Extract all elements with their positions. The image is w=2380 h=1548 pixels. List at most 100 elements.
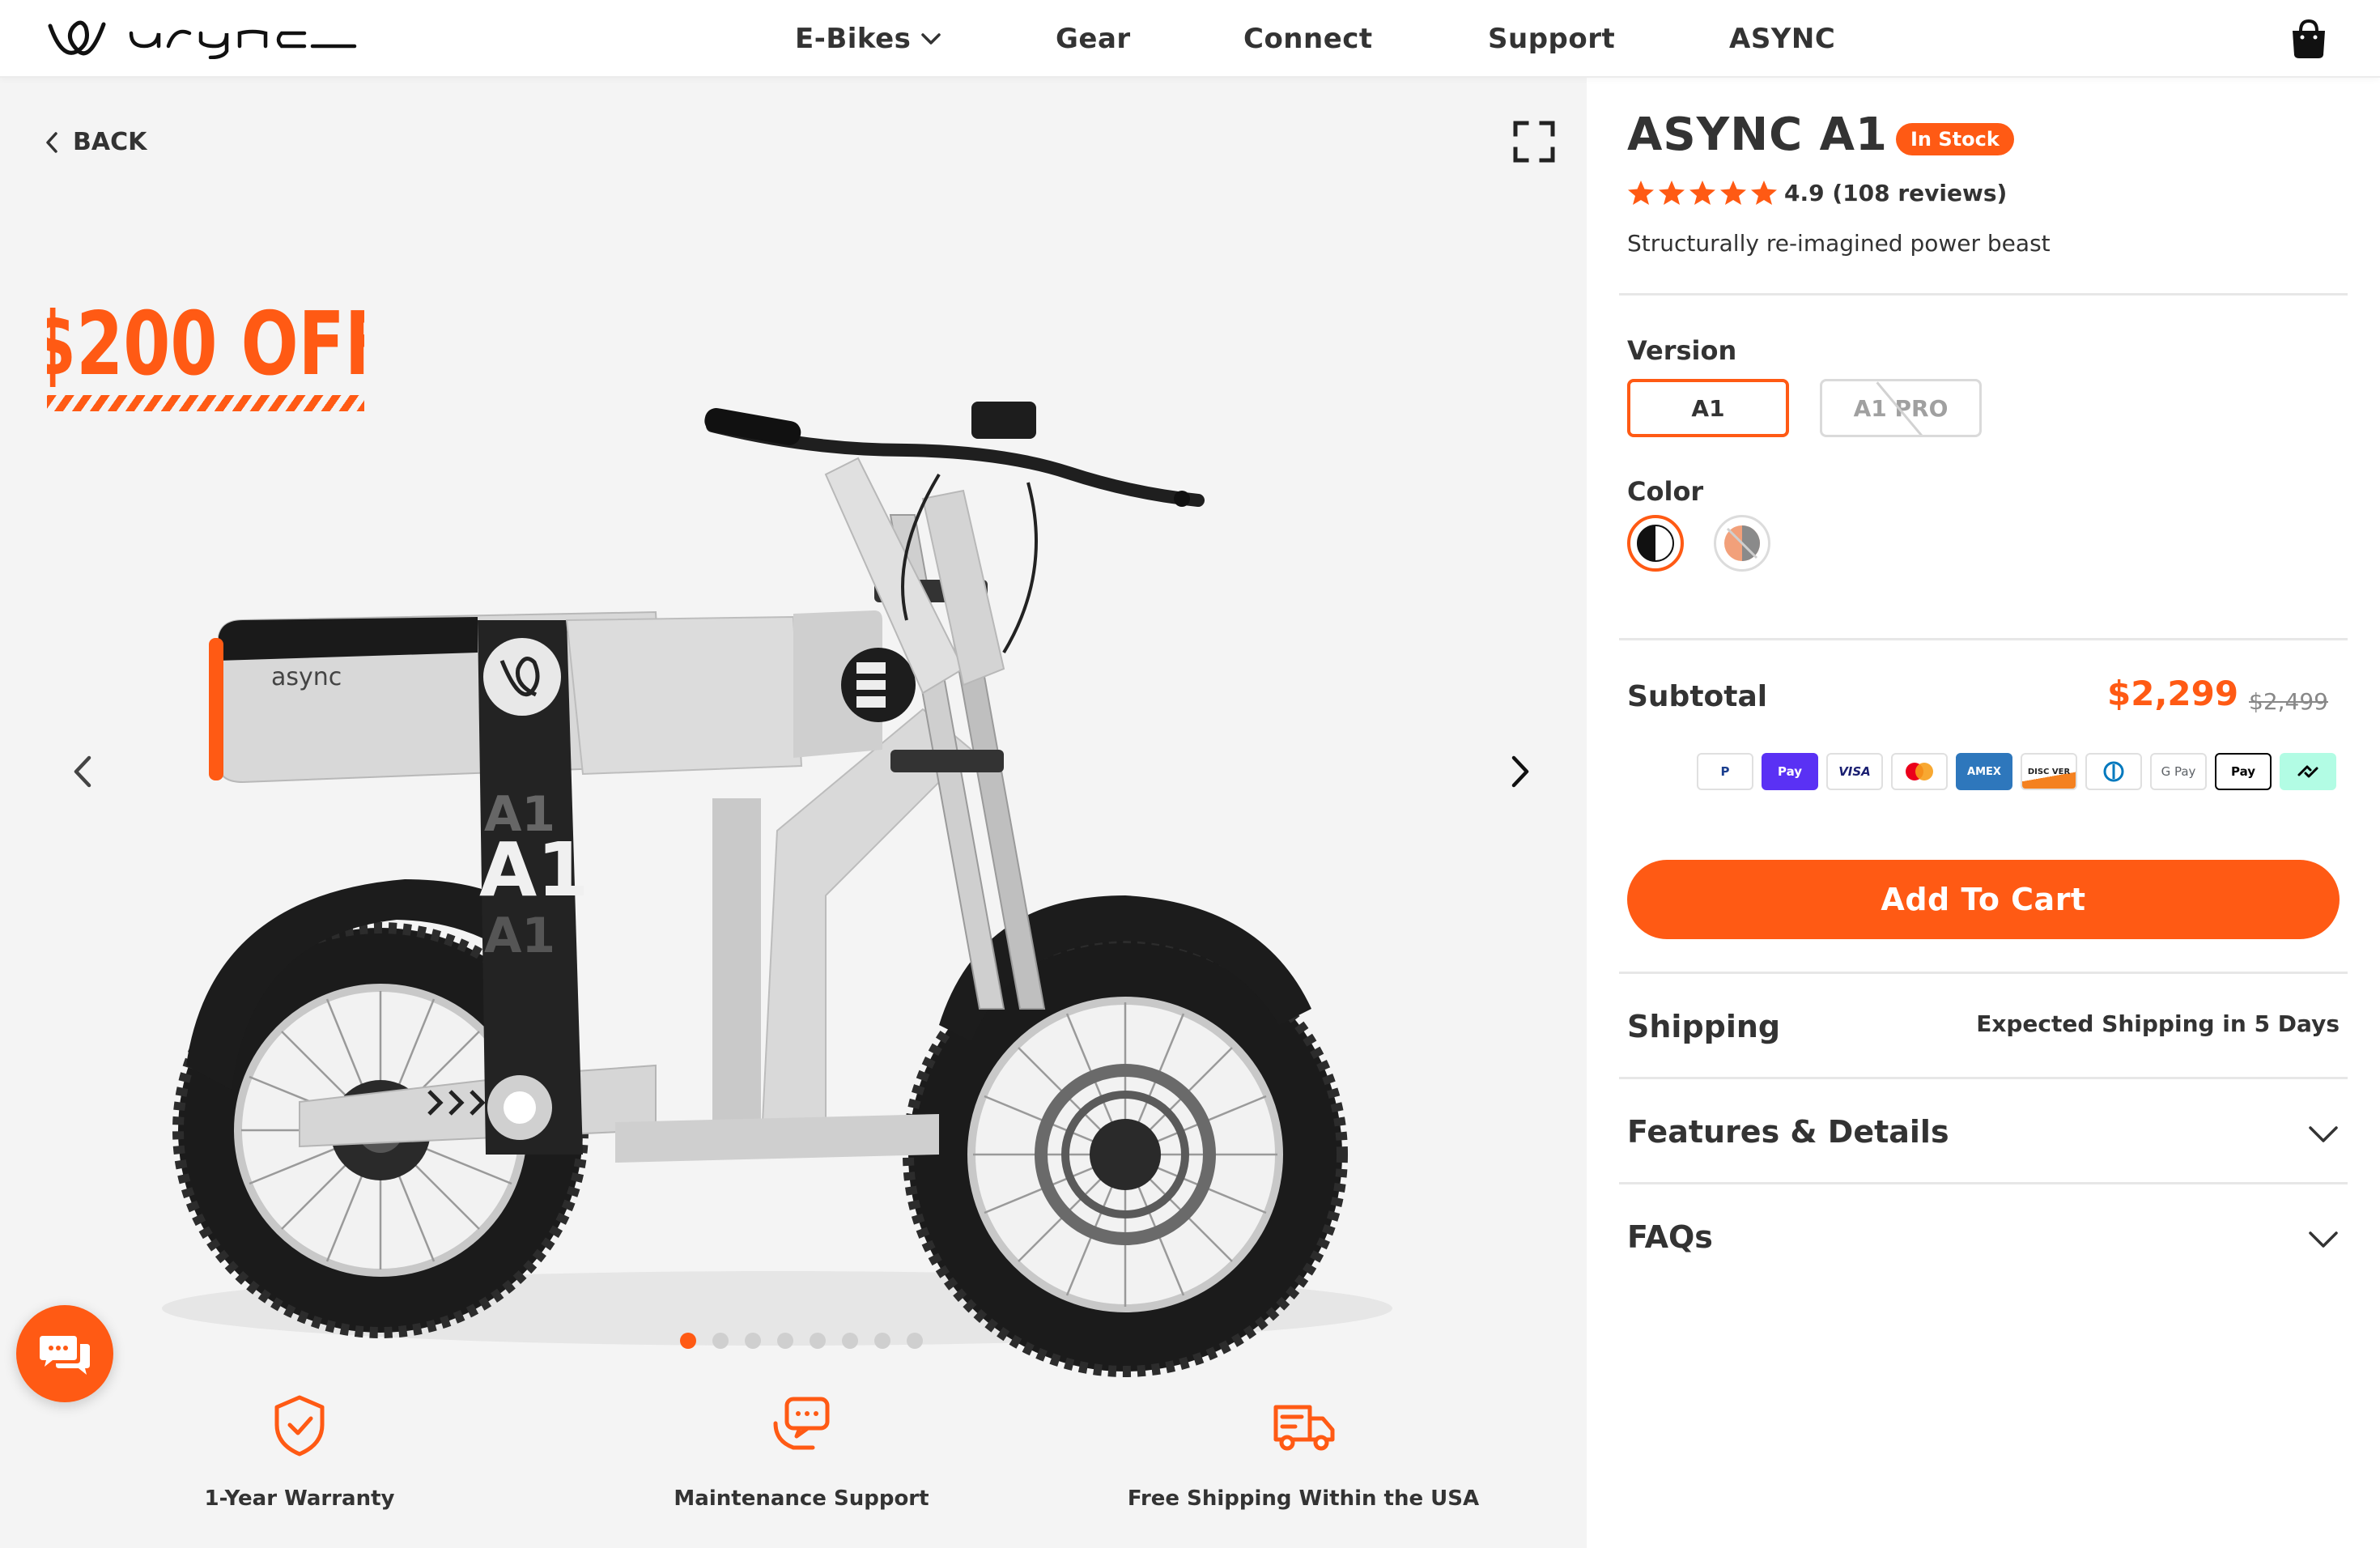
feature-maintenance-label: Maintenance Support	[674, 1486, 929, 1511]
version-label: Version	[1627, 335, 1737, 366]
add-to-cart-button[interactable]: Add To Cart	[1627, 860, 2340, 939]
site-header: E-Bikes Gear Connect Support ASYNC	[0, 0, 2380, 78]
main-nav: E-Bikes Gear Connect Support ASYNC	[0, 0, 2380, 78]
version-a1-pro-label: A1 PRO	[1853, 394, 1949, 422]
color-label: Color	[1627, 476, 1704, 507]
google-pay-label: G Pay	[2161, 764, 2196, 779]
discover-label: DISC VER	[2027, 767, 2071, 776]
product-gallery: BACK $200 OFF	[0, 78, 1587, 1548]
color-swatch-black-white[interactable]	[1627, 515, 1684, 572]
amex-icon: AMEX	[1956, 753, 2012, 790]
sale-price: $2,299	[2107, 674, 2239, 713]
mastercard-circles	[1906, 763, 1933, 780]
prev-slide-arrow-icon[interactable]	[58, 742, 107, 802]
svg-text:A1: A1	[484, 908, 555, 964]
divider	[1619, 972, 2348, 974]
visa-label: VISA	[1838, 764, 1871, 779]
divider	[1619, 638, 2348, 640]
shop-pay-label: Pay	[1777, 764, 1803, 779]
feature-maintenance: Maintenance Support	[591, 1391, 1012, 1511]
nav-async[interactable]: ASYNC	[1729, 0, 1835, 78]
back-button[interactable]: BACK	[45, 128, 147, 156]
google-pay-icon: G Pay	[2150, 753, 2207, 790]
version-a1-label: A1	[1691, 394, 1725, 422]
chevron-down-icon[interactable]	[2307, 1229, 2340, 1250]
color-swatch-orange-gray-icon	[1724, 525, 1760, 561]
slide-dot[interactable]	[712, 1333, 729, 1349]
apple-pay-icon: Pay	[2215, 753, 2272, 790]
shop-pay-icon: Pay	[1762, 753, 1818, 790]
nav-ebikes[interactable]: E-Bikes	[795, 0, 941, 78]
diners-club-icon	[2085, 753, 2142, 790]
shopping-bag-icon[interactable]	[2286, 16, 2331, 62]
nav-async-label: ASYNC	[1729, 23, 1836, 55]
svg-text:async: async	[271, 663, 342, 691]
slide-dot[interactable]	[680, 1333, 696, 1349]
feature-warranty: 1-Year Warranty	[89, 1391, 510, 1511]
slide-dot[interactable]	[907, 1333, 923, 1349]
nav-connect-label: Connect	[1243, 23, 1373, 55]
support-chat-icon	[773, 1397, 830, 1450]
shield-check-icon	[274, 1395, 325, 1457]
fullscreen-icon[interactable]	[1512, 120, 1556, 164]
divider	[1619, 1182, 2348, 1184]
product-panel: ASYNC A1 In Stock 4.9 (108 reviews) Stru…	[1587, 78, 2380, 1548]
features-details-toggle[interactable]: Features & Details	[1627, 1114, 1949, 1150]
subtotal-label: Subtotal	[1627, 680, 1768, 713]
discover-icon: DISC VER	[2021, 753, 2077, 790]
visa-icon: VISA	[1826, 753, 1883, 790]
nav-gear-label: Gear	[1056, 23, 1131, 55]
divider	[1619, 293, 2348, 296]
shipping-label: Shipping	[1627, 1009, 1781, 1044]
stock-badge: In Stock	[1896, 123, 2014, 155]
shipping-estimate: Expected Shipping in 5 Days	[1976, 1010, 2340, 1037]
nav-support-label: Support	[1488, 23, 1616, 55]
slide-dot[interactable]	[842, 1333, 858, 1349]
slide-dot[interactable]	[745, 1333, 761, 1349]
back-label: BACK	[73, 128, 147, 156]
product-title: ASYNC A1	[1627, 108, 1888, 161]
star-icon	[1659, 181, 1685, 205]
mastercard-icon	[1891, 753, 1948, 790]
paypal-icon: P	[1697, 753, 1753, 790]
amex-label: AMEX	[1967, 765, 2001, 778]
payment-methods: P Pay VISA AMEX DISC VER G Pay Pay	[1697, 753, 2336, 790]
color-swatch-black-white-icon	[1637, 525, 1674, 562]
chevron-down-icon	[921, 33, 941, 45]
star-icon	[1751, 181, 1777, 205]
divider	[1619, 1077, 2348, 1079]
version-a1-button[interactable]: A1	[1627, 379, 1789, 437]
add-to-cart-label: Add To Cart	[1881, 882, 2086, 917]
chevron-left-icon	[46, 131, 57, 153]
delivery-truck-icon	[1273, 1405, 1335, 1451]
diners-club-mark	[2103, 761, 2124, 782]
nav-support[interactable]: Support	[1488, 0, 1615, 78]
paypal-label: P	[1720, 764, 1730, 779]
next-slide-arrow-icon[interactable]	[1496, 742, 1545, 802]
slide-dot[interactable]	[874, 1333, 890, 1349]
original-price: $2,499	[2249, 688, 2328, 715]
afterpay-arrows	[2297, 765, 2318, 778]
chat-widget-button[interactable]	[16, 1305, 113, 1402]
chevron-down-icon[interactable]	[2307, 1124, 2340, 1145]
star-icon	[1720, 181, 1746, 205]
slide-dot[interactable]	[810, 1333, 826, 1349]
product-image: async A1 A1 A1	[162, 402, 1392, 1377]
version-a1-pro-button[interactable]: A1 PRO	[1820, 379, 1982, 437]
apple-pay-label: Pay	[2230, 764, 2256, 779]
faqs-toggle[interactable]: FAQs	[1627, 1219, 1713, 1255]
slide-indicator	[680, 1333, 923, 1349]
product-tagline: Structurally re-imagined power beast	[1627, 230, 2051, 257]
star-icon	[1689, 181, 1715, 205]
color-swatch-orange-gray[interactable]	[1714, 515, 1770, 572]
nav-gear[interactable]: Gear	[1056, 0, 1131, 78]
star-rating	[1627, 180, 1778, 206]
afterpay-icon	[2280, 753, 2336, 790]
nav-connect[interactable]: Connect	[1243, 0, 1373, 78]
rating-text[interactable]: 4.9 (108 reviews)	[1784, 180, 2007, 206]
feature-warranty-label: 1-Year Warranty	[204, 1486, 395, 1511]
nav-ebikes-label: E-Bikes	[795, 23, 912, 55]
star-icon	[1628, 181, 1654, 205]
svg-text:A1: A1	[484, 786, 555, 843]
slide-dot[interactable]	[777, 1333, 793, 1349]
